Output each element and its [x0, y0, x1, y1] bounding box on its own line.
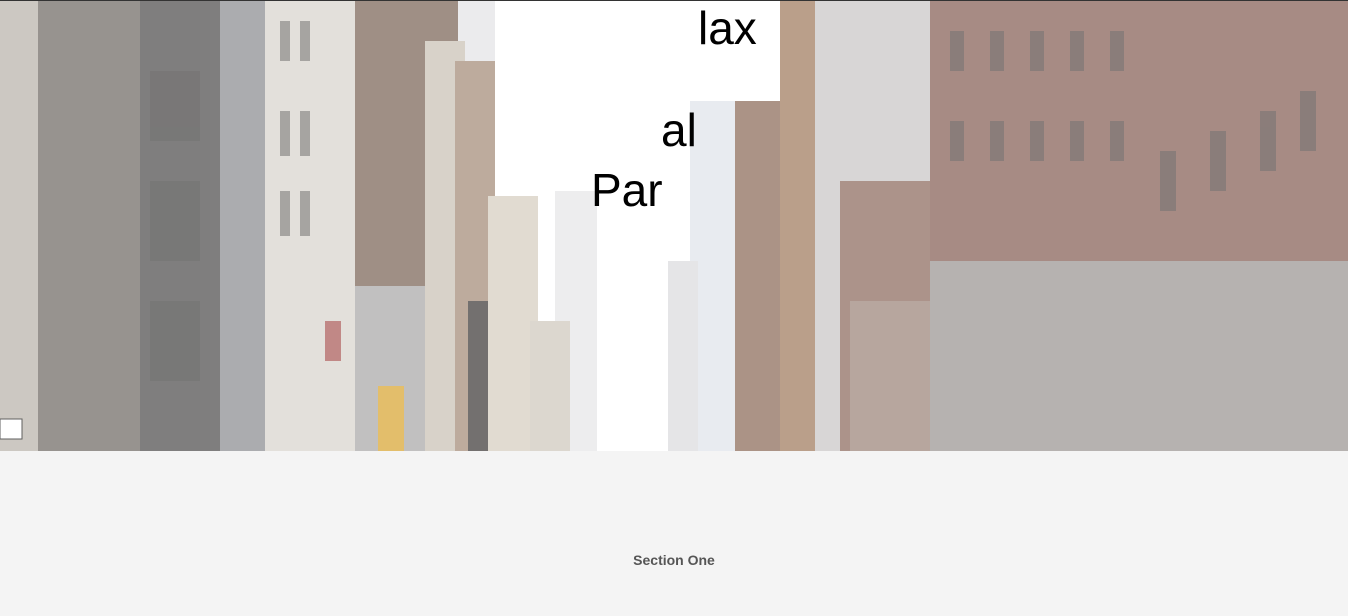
section-one-title: Section One: [633, 552, 715, 568]
parallax-word-al: al: [661, 104, 697, 156]
parallax-hero: lax al Par: [0, 0, 1348, 451]
section-one: Section One: [0, 451, 1348, 616]
parallax-word-lax: lax: [698, 2, 757, 54]
city-street-background-image: [0, 1, 1348, 451]
parallax-word-par: Par: [591, 164, 663, 216]
